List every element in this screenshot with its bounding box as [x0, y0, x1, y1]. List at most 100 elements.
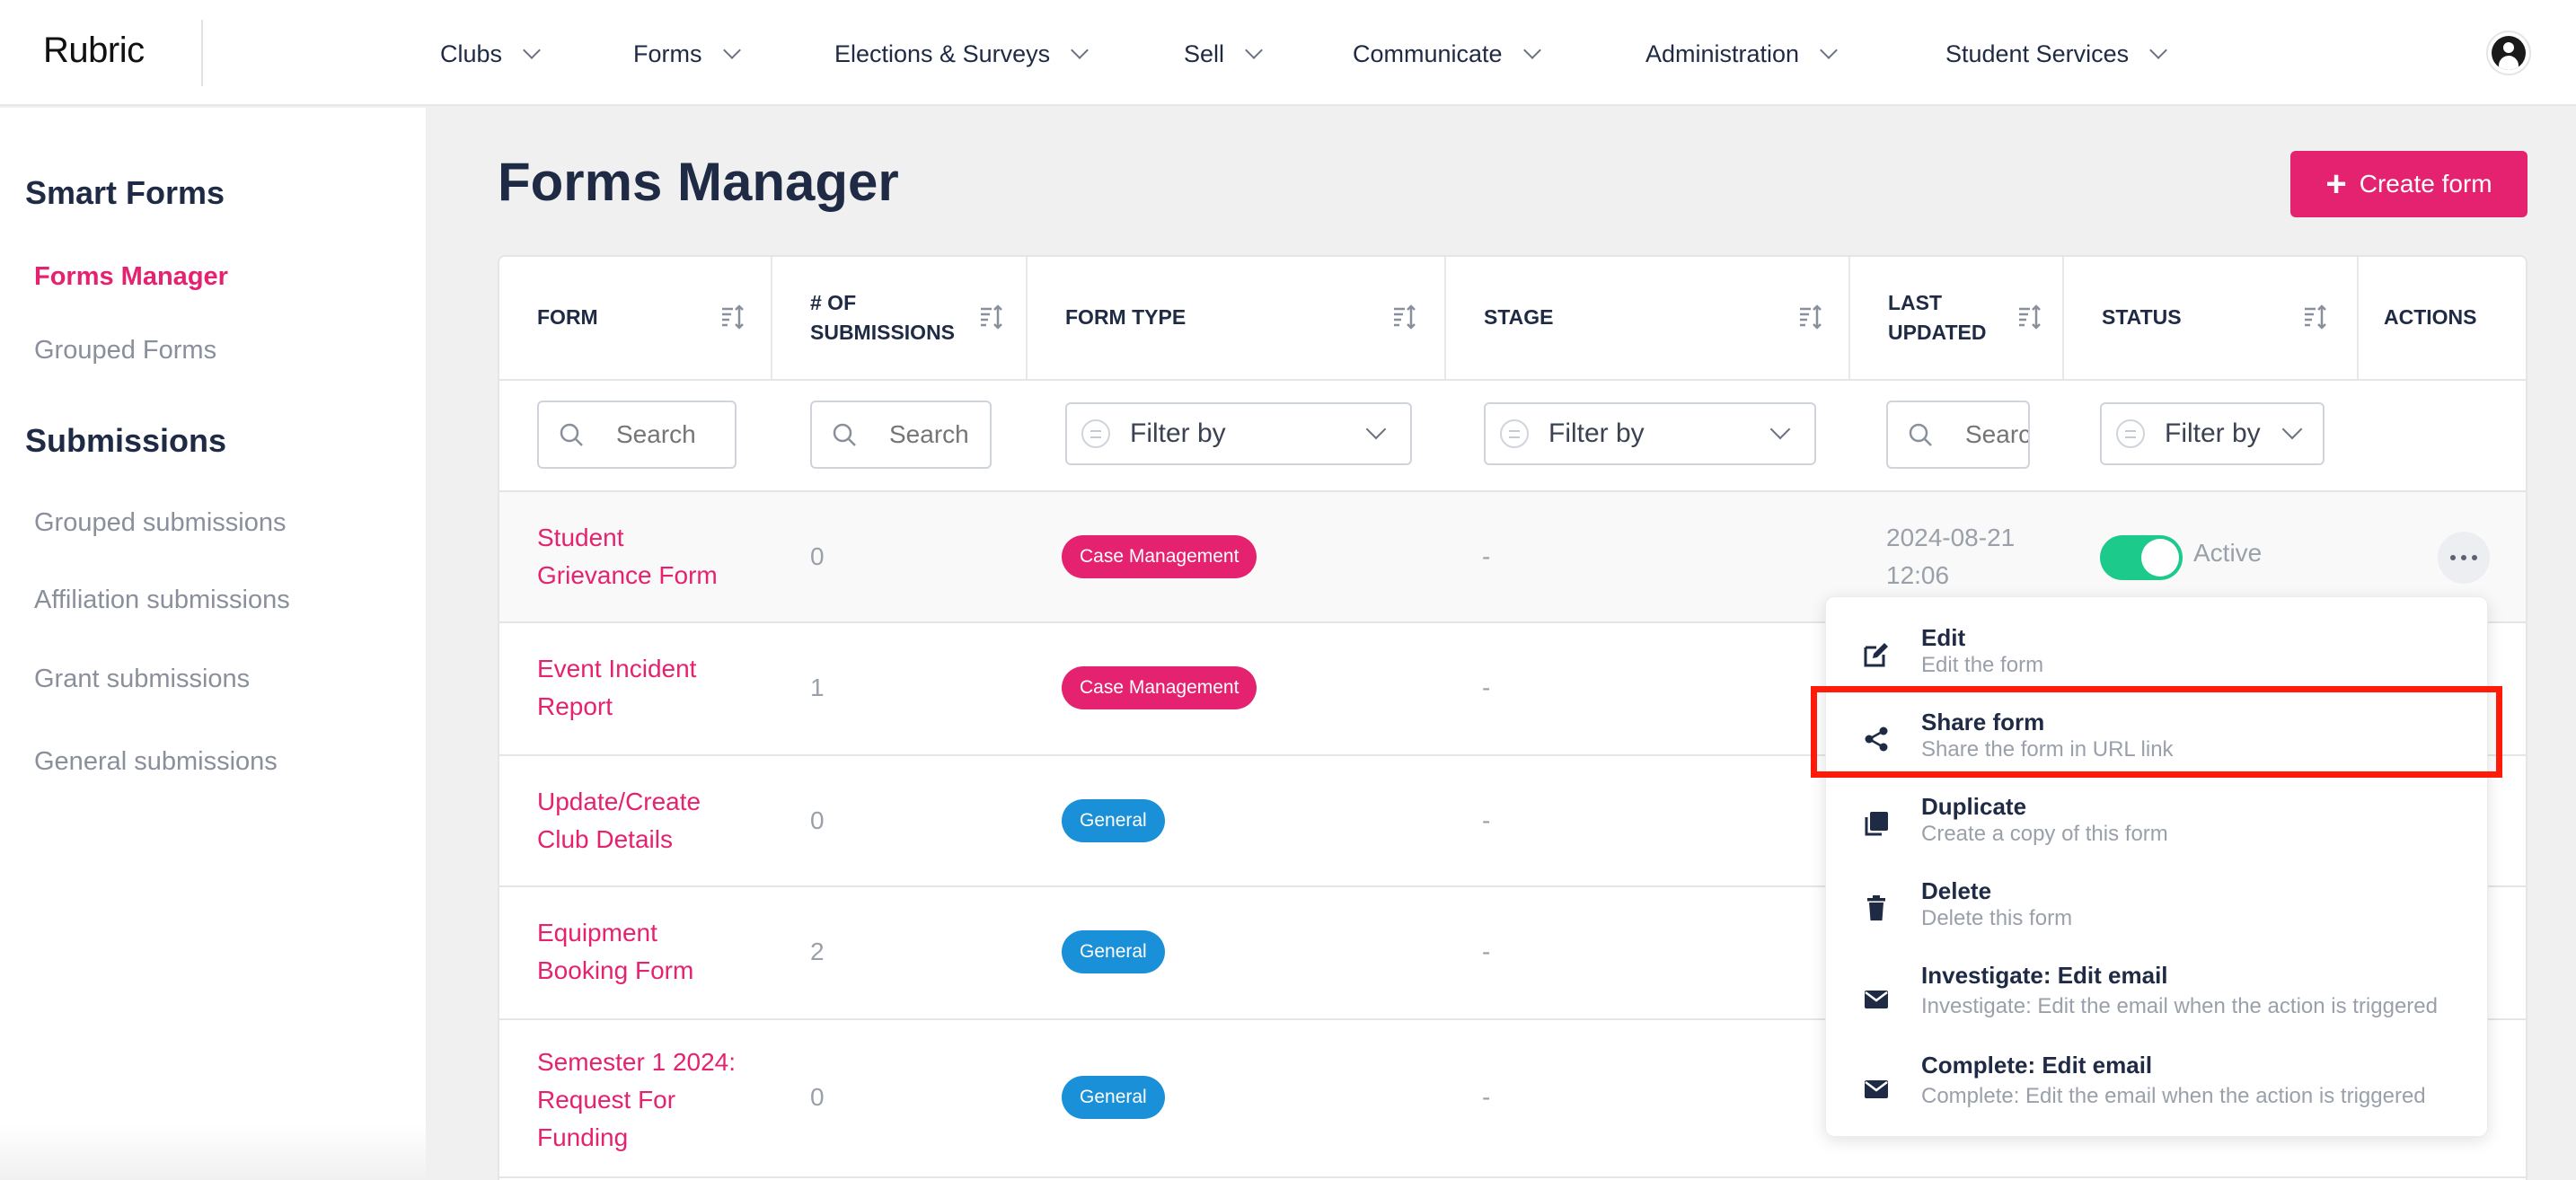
nav-student-services[interactable]: Student Services — [1945, 36, 2168, 72]
plus-icon: + — [2325, 164, 2347, 204]
updated-search-field[interactable] — [1965, 402, 2028, 467]
sidebar-item-affiliation-submissions[interactable]: Affiliation submissions — [34, 586, 290, 615]
rubric-logo[interactable]: Rubric — [43, 31, 145, 71]
form-type-filter[interactable]: Filter by — [1065, 402, 1412, 465]
column-header-submissions-label-1: # OF — [810, 290, 857, 314]
stage-filter[interactable]: Filter by — [1484, 402, 1816, 465]
chevron-down-icon — [1820, 41, 1838, 59]
nav-sell[interactable]: Sell — [1184, 36, 1263, 72]
form-name-line: Request For — [537, 1086, 676, 1114]
sidebar-item-grant-submissions[interactable]: Grant submissions — [34, 665, 250, 694]
submission-count: 1 — [810, 674, 825, 701]
more-actions-button[interactable] — [2438, 532, 2490, 584]
stage-filter-label: Filter by — [1548, 418, 1645, 448]
stage-value: - — [1482, 1083, 1491, 1111]
menu-item-description: Create a copy of this form — [1921, 822, 2168, 846]
status-toggle[interactable] — [2100, 535, 2183, 580]
sidebar: Smart Forms Forms Manager Grouped Forms … — [0, 108, 426, 1180]
sort-icon[interactable] — [1392, 304, 1417, 330]
chevron-down-icon — [2281, 418, 2303, 440]
filter-icon — [1081, 419, 1110, 448]
column-header-actions-label: ACTIONS — [2384, 305, 2477, 330]
form-search-field[interactable] — [616, 402, 731, 467]
menu-item-title: Investigate: Edit email — [1921, 962, 2168, 989]
stage-value: - — [1482, 938, 1491, 965]
column-header-form[interactable]: FORM — [499, 257, 772, 379]
mail-icon — [1865, 1080, 1888, 1098]
sort-icon[interactable] — [979, 304, 1004, 330]
form-type-filter-label: Filter by — [1130, 418, 1226, 448]
chevron-down-icon — [523, 41, 541, 59]
share-form-highlight-box — [1811, 686, 2502, 778]
row-divider — [499, 1176, 2526, 1178]
column-header-form-type[interactable]: FORM TYPE — [1028, 257, 1446, 379]
sidebar-item-general-submissions[interactable]: General submissions — [34, 747, 278, 777]
form-search-input[interactable] — [537, 401, 737, 469]
submissions-search-field[interactable] — [889, 402, 986, 467]
status-filter[interactable]: Filter by — [2100, 402, 2325, 465]
chevron-down-icon — [722, 41, 741, 59]
column-header-form-type-label: FORM TYPE — [1065, 305, 1187, 330]
submissions-search-input[interactable] — [810, 401, 992, 469]
more-icon-dot — [2450, 555, 2456, 560]
column-header-submissions[interactable]: # OF SUBMISSIONS — [772, 257, 1028, 379]
column-header-submissions-label-2: SUBMISSIONS — [810, 321, 956, 344]
column-header-status[interactable]: STATUS — [2064, 257, 2359, 379]
menu-item-complete-edit-email[interactable]: Complete: Edit email Complete: Edit the … — [1826, 1044, 2487, 1120]
create-form-button[interactable]: + Create form — [2290, 151, 2527, 217]
menu-item-description: Complete: Edit the email when the action… — [1921, 1084, 2426, 1108]
menu-item-edit[interactable]: Edit Edit the form — [1826, 617, 2487, 689]
form-name-link[interactable]: Student Grievance Form — [537, 519, 718, 594]
menu-item-title: Complete: Edit email — [1921, 1052, 2153, 1079]
create-form-label: Create form — [2359, 170, 2492, 198]
chevron-down-icon — [2149, 41, 2168, 59]
sidebar-item-grouped-submissions[interactable]: Grouped submissions — [34, 508, 286, 538]
menu-item-title: Delete — [1921, 877, 1992, 904]
form-name-line: Grievance Form — [537, 561, 718, 589]
nav-forms-label: Forms — [633, 40, 702, 67]
column-header-stage-label: STAGE — [1484, 305, 1554, 330]
more-icon-dot — [2461, 555, 2466, 560]
nav-elections-surveys[interactable]: Elections & Surveys — [834, 36, 1090, 72]
sort-icon[interactable] — [1798, 304, 1823, 330]
row-actions-menu: Edit Edit the form Share form Share the … — [1825, 596, 2488, 1137]
sidebar-item-forms-manager[interactable]: Forms Manager — [34, 262, 228, 292]
user-icon — [2492, 36, 2526, 70]
menu-item-investigate-edit-email[interactable]: Investigate: Edit email Investigate: Edi… — [1826, 955, 2487, 1030]
nav-communicate-label: Communicate — [1353, 40, 1503, 67]
chevron-down-icon — [1071, 41, 1090, 59]
mail-icon — [1865, 991, 1888, 1008]
form-name-line: Report — [537, 692, 613, 720]
nav-clubs-label: Clubs — [440, 40, 503, 67]
nav-clubs[interactable]: Clubs — [440, 36, 541, 72]
column-header-last-updated[interactable]: LAST UPDATED — [1850, 257, 2064, 379]
chevron-down-icon — [1769, 418, 1791, 440]
form-name-link[interactable]: Event Incident Report — [537, 650, 696, 726]
form-name-line: Club Details — [537, 825, 673, 853]
nav-communicate[interactable]: Communicate — [1353, 36, 1541, 72]
form-type-badge: General — [1062, 1076, 1165, 1119]
submission-count: 0 — [810, 1083, 825, 1111]
sidebar-item-grouped-forms[interactable]: Grouped Forms — [34, 336, 216, 365]
form-name-line: Update/Create — [537, 788, 701, 815]
form-type-badge: Case Management — [1062, 535, 1257, 578]
column-header-status-label: STATUS — [2102, 305, 2182, 330]
form-name-link[interactable]: Equipment Booking Form — [537, 914, 693, 990]
form-name-link[interactable]: Update/Create Club Details — [537, 783, 701, 859]
menu-item-delete[interactable]: Delete Delete this form — [1826, 870, 2487, 942]
user-avatar[interactable] — [2486, 31, 2531, 75]
sort-icon[interactable] — [2303, 304, 2328, 330]
updated-search-input[interactable] — [1886, 401, 2030, 469]
sort-icon[interactable] — [720, 304, 745, 330]
nav-administration[interactable]: Administration — [1645, 36, 1838, 72]
form-name-line: Funding — [537, 1123, 629, 1151]
nav-forms[interactable]: Forms — [633, 36, 741, 72]
sort-icon[interactable] — [2017, 304, 2042, 330]
form-name-link[interactable]: Semester 1 2024: Request For Funding — [537, 1044, 736, 1157]
last-updated-value: 2024-08-21 12:06 — [1886, 519, 2015, 594]
column-header-stage[interactable]: STAGE — [1446, 257, 1850, 379]
last-updated-time: 12:06 — [1886, 561, 1950, 589]
menu-item-duplicate[interactable]: Duplicate Create a copy of this form — [1826, 786, 2487, 858]
column-header-updated-label-2: UPDATED — [1888, 321, 1987, 344]
stage-value: - — [1482, 806, 1491, 834]
